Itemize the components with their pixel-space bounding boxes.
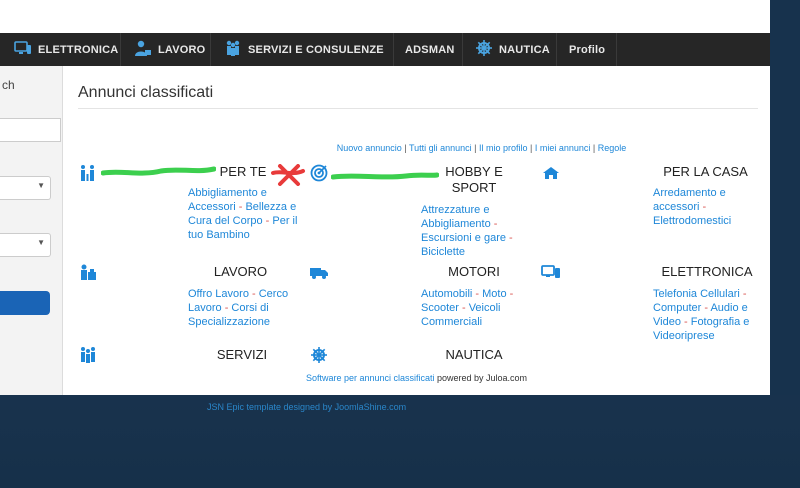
worker-icon bbox=[78, 263, 98, 281]
link-regole[interactable]: Regole bbox=[598, 143, 627, 153]
category-title-servizi[interactable]: SERVIZI bbox=[203, 347, 281, 363]
category-title-nautica[interactable]: NAUTICA bbox=[433, 347, 515, 363]
family-icon bbox=[78, 164, 98, 182]
subcategory-link[interactable]: Elettrodomestici bbox=[653, 215, 731, 227]
ship-wheel-icon bbox=[475, 39, 493, 60]
category-links-elettronica: Telefonia Cellulari - Computer - Audio e… bbox=[653, 288, 750, 342]
page-background-edge bbox=[770, 0, 800, 395]
search-input[interactable] bbox=[0, 118, 61, 142]
page-title: Annunci classificati bbox=[78, 84, 214, 101]
category-select[interactable]: ▼ bbox=[0, 176, 51, 200]
nav-item-label: SERVIZI E CONSULENZE bbox=[248, 43, 384, 56]
monitor-icon bbox=[14, 39, 32, 60]
search-label: ch bbox=[2, 78, 15, 92]
link-miei-annunci[interactable]: I miei annunci bbox=[535, 143, 591, 153]
category-title-per-la-casa[interactable]: PER LA CASA bbox=[653, 164, 758, 180]
software-link[interactable]: Software per annunci classificati bbox=[306, 373, 435, 383]
category-title-hobby-sport[interactable]: HOBBY E SPORT bbox=[433, 164, 515, 196]
subcategory-link[interactable]: Escursioni e gare bbox=[421, 232, 506, 244]
target-icon bbox=[309, 164, 329, 182]
template-credit[interactable]: JSN Epic template designed by JoomlaShin… bbox=[207, 402, 406, 412]
link-nuovo-annuncio[interactable]: Nuovo annuncio bbox=[337, 143, 402, 153]
nav-item-elettronica[interactable]: ELETTRONICA bbox=[6, 33, 121, 66]
region-select[interactable]: ▼ bbox=[0, 233, 51, 257]
chevron-down-icon: ▼ bbox=[37, 181, 45, 190]
search-sidebar: ch ▼ ▼ bbox=[0, 66, 63, 395]
subcategory-link[interactable]: Telefonia Cellulari bbox=[653, 288, 740, 300]
category-links-hobby-sport: Attrezzature e Abbigliamento - Escursion… bbox=[421, 204, 513, 258]
subcategory-link[interactable]: Scooter bbox=[421, 302, 459, 314]
top-links-bar: Nuovo annuncio | Tutti gli annunci | Il … bbox=[336, 143, 627, 153]
nav-item-servizi[interactable]: SERVIZI E CONSULENZE bbox=[216, 33, 394, 66]
main-nav-bar: ELETTRONICA LAVORO SERVIZI E CONSULENZE … bbox=[0, 33, 770, 67]
category-links-per-te: Abbigliamento e Accessori - Bellezza e C… bbox=[188, 187, 298, 241]
nav-item-adsman[interactable]: ADSMAN bbox=[397, 33, 463, 66]
subcategory-link[interactable]: Automobili bbox=[421, 288, 472, 300]
nav-item-nautica[interactable]: NAUTICA bbox=[467, 33, 557, 66]
nav-item-lavoro[interactable]: LAVORO bbox=[126, 33, 211, 66]
link-tutti-gli-annunci[interactable]: Tutti gli annunci bbox=[409, 143, 472, 153]
subcategory-link[interactable]: Arredamento e accessori bbox=[653, 187, 726, 213]
worker-icon bbox=[134, 39, 152, 60]
nav-item-label: Profilo bbox=[569, 43, 606, 56]
search-button[interactable] bbox=[0, 291, 50, 315]
category-title-elettronica[interactable]: ELETTRONICA bbox=[653, 264, 761, 280]
category-links-per-la-casa: Arredamento e accessori - Elettrodomesti… bbox=[653, 187, 732, 227]
subcategory-link[interactable]: Biciclette bbox=[421, 246, 465, 258]
link-mio-profilo[interactable]: Il mio profilo bbox=[479, 143, 528, 153]
truck-icon bbox=[309, 263, 329, 281]
category-title-motori[interactable]: MOTORI bbox=[433, 264, 515, 280]
nav-item-label: LAVORO bbox=[158, 43, 206, 56]
devices-icon bbox=[541, 263, 561, 281]
subcategory-link[interactable]: Attrezzature e Abbigliamento bbox=[421, 204, 491, 230]
subcategory-link[interactable]: Computer bbox=[653, 302, 701, 314]
category-links-motori: Automobili - Moto - Scooter - Veicoli Co… bbox=[421, 288, 514, 328]
category-links-lavoro: Offro Lavoro - Cerco Lavoro - Corsi di S… bbox=[188, 288, 289, 328]
green-scribble bbox=[101, 166, 216, 176]
nav-item-profilo[interactable]: Profilo bbox=[561, 33, 617, 66]
chevron-down-icon: ▼ bbox=[37, 238, 45, 247]
main-content: Annunci classificati Nuovo annuncio | Tu… bbox=[63, 66, 770, 395]
category-title-per-te[interactable]: PER TE bbox=[203, 164, 283, 180]
people-icon bbox=[78, 346, 98, 364]
top-header-area bbox=[0, 0, 770, 33]
divider bbox=[78, 108, 758, 109]
green-scribble bbox=[331, 172, 439, 180]
ship-wheel-icon bbox=[309, 346, 329, 364]
subcategory-link[interactable]: Offro Lavoro bbox=[188, 288, 249, 300]
subcategory-link[interactable]: Moto bbox=[482, 288, 506, 300]
nav-item-label: NAUTICA bbox=[499, 43, 550, 56]
nav-item-label: ELETTRONICA bbox=[38, 43, 119, 56]
powered-by-text: powered by Juloa.com bbox=[434, 373, 528, 383]
nav-item-label: ADSMAN bbox=[405, 43, 455, 56]
powered-by: Software per annunci classificati powere… bbox=[63, 373, 770, 383]
house-icon bbox=[541, 164, 561, 182]
people-icon bbox=[224, 39, 242, 60]
category-title-lavoro[interactable]: LAVORO bbox=[203, 264, 278, 280]
